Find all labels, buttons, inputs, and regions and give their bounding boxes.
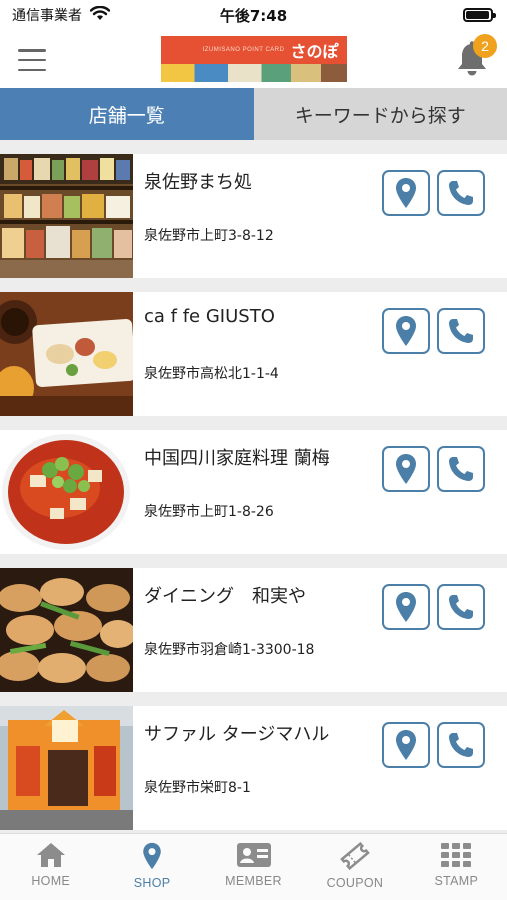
phone-icon (449, 457, 473, 481)
nav-label: COUPON (326, 876, 384, 890)
app-header: IZUMISANO POINT CARD さのぽ 2 (0, 30, 507, 88)
carrier-label: 通信事業者 (12, 8, 82, 24)
grid-icon (441, 843, 472, 867)
shop-photo (0, 430, 133, 554)
nav-shop[interactable]: SHOP (101, 834, 202, 900)
phone-icon (449, 733, 473, 757)
wifi-icon (89, 5, 111, 25)
call-button[interactable] (437, 170, 485, 216)
nav-member[interactable]: MEMBER (203, 834, 304, 900)
shop-address: 泉佐野市栄町8-1 (144, 780, 251, 796)
logo-pattern (160, 64, 347, 82)
shop-row[interactable]: 泉佐野まち処 泉佐野市上町3-8-12 (0, 154, 507, 278)
shop-row[interactable]: ダイニング 和実や 泉佐野市羽倉崎1-3300-18 (0, 568, 507, 692)
battery-icon (463, 8, 496, 22)
tab-keyword-search[interactable]: キーワードから探す (253, 88, 507, 140)
map-pin-icon (396, 316, 416, 346)
shop-row[interactable]: ca f fe GIUSTO 泉佐野市高松北1-1-4 (0, 292, 507, 416)
shop-row[interactable]: 中国四川家庭料理 蘭梅 泉佐野市上町1-8-26 (0, 430, 507, 554)
map-pin-icon (143, 842, 161, 870)
call-button[interactable] (437, 722, 485, 768)
ticket-icon (340, 842, 370, 870)
shop-name: サファル タージマハル (144, 724, 330, 745)
shop-list: 泉佐野まち処 泉佐野市上町3-8-12 ca f fe GIUSTO 泉佐野市高… (0, 140, 507, 833)
nav-label: SHOP (133, 876, 171, 890)
bottom-nav: HOME SHOP MEMBER COUPON STAMP (0, 833, 507, 900)
shop-address: 泉佐野市上町3-8-12 (144, 228, 274, 244)
nav-label: MEMBER (225, 874, 282, 888)
logo-text: さのぽ (290, 42, 339, 61)
call-button[interactable] (437, 308, 485, 354)
map-pin-icon (396, 178, 416, 208)
shop-photo (0, 706, 133, 830)
hamburger-icon[interactable] (18, 49, 46, 71)
map-pin-icon (396, 730, 416, 760)
shop-name: ダイニング 和実や (144, 586, 306, 607)
shop-address: 泉佐野市高松北1-1-4 (144, 366, 279, 382)
map-pin-icon (396, 454, 416, 484)
phone-icon (449, 319, 473, 343)
map-button[interactable] (382, 170, 430, 216)
call-button[interactable] (437, 446, 485, 492)
shop-address: 泉佐野市上町1-8-26 (144, 504, 274, 520)
phone-icon (449, 181, 473, 205)
shop-address: 泉佐野市羽倉崎1-3300-18 (144, 642, 315, 658)
tab-shop-list[interactable]: 店舗一覧 (0, 88, 254, 140)
nav-label: HOME (31, 874, 71, 888)
shop-photo (0, 154, 133, 278)
map-button[interactable] (382, 446, 430, 492)
shop-photo (0, 568, 133, 692)
app-logo: IZUMISANO POINT CARD さのぽ (160, 36, 347, 82)
status-bar: 通信事業者 午後7:48 (0, 0, 507, 30)
notification-badge: 2 (473, 34, 497, 58)
notification-button[interactable]: 2 (455, 34, 497, 78)
shop-name: 泉佐野まち処 (144, 172, 252, 193)
shop-photo (0, 292, 133, 416)
logo-small-text: IZUMISANO POINT CARD (202, 47, 285, 53)
call-button[interactable] (437, 584, 485, 630)
nav-home[interactable]: HOME (0, 834, 101, 900)
battery-level (466, 11, 489, 19)
home-icon (36, 843, 65, 867)
map-pin-icon (396, 592, 416, 622)
shop-row[interactable]: サファル タージマハル 泉佐野市栄町8-1 (0, 706, 507, 830)
member-card-icon (236, 843, 271, 867)
map-button[interactable] (382, 584, 430, 630)
shop-name: ca f fe GIUSTO (144, 306, 275, 327)
nav-coupon[interactable]: COUPON (304, 834, 405, 900)
shop-name: 中国四川家庭料理 蘭梅 (144, 448, 330, 469)
status-left: 通信事業者 (12, 5, 111, 25)
map-button[interactable] (382, 722, 430, 768)
map-button[interactable] (382, 308, 430, 354)
nav-label: STAMP (434, 874, 479, 888)
nav-stamp[interactable]: STAMP (406, 834, 507, 900)
tab-bar: 店舗一覧 キーワードから探す (0, 88, 507, 140)
phone-icon (449, 595, 473, 619)
